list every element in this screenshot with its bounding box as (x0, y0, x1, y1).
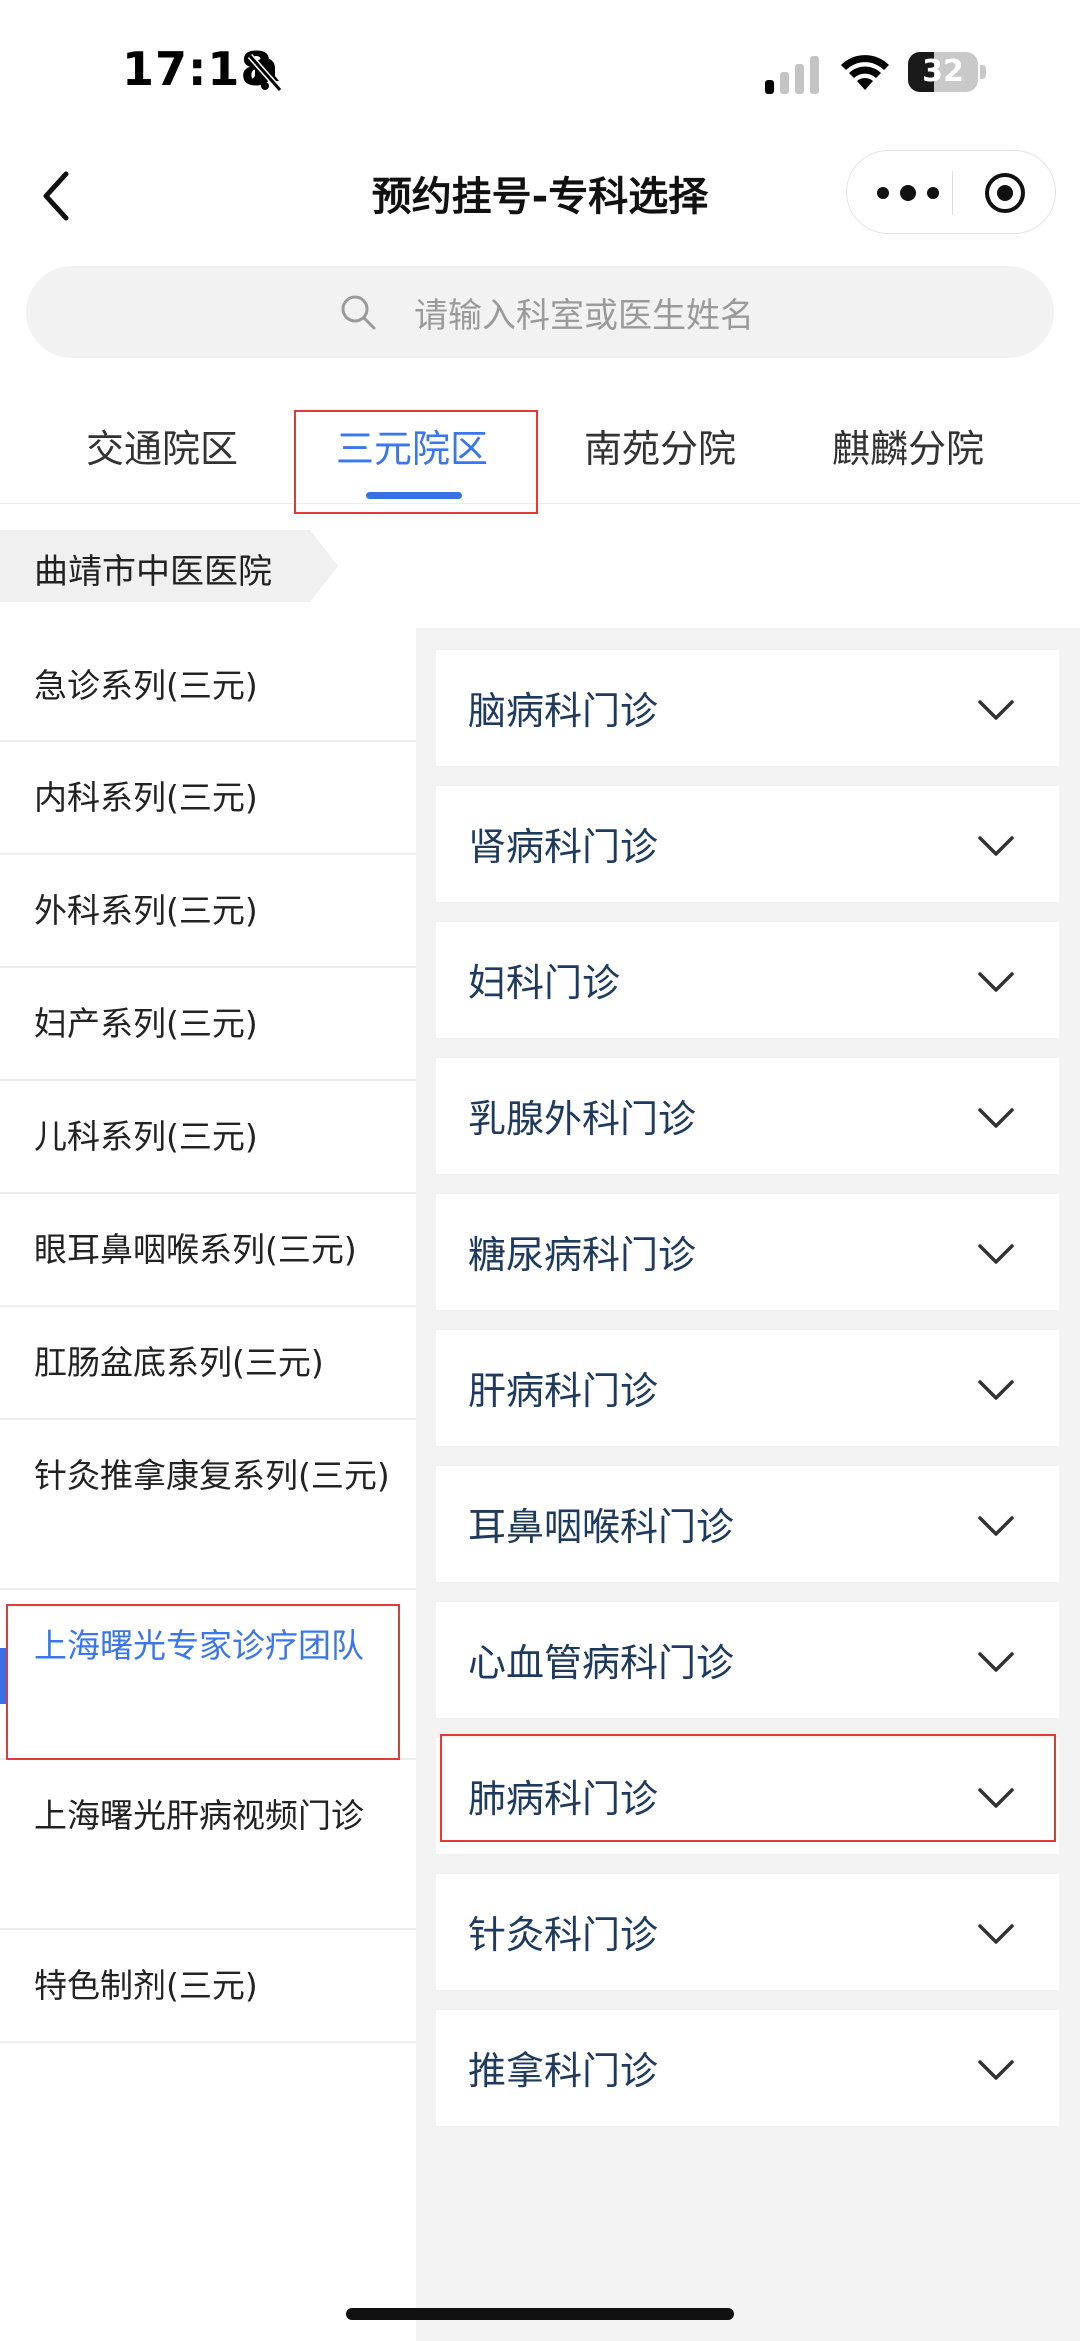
department-item[interactable]: 脑病科门诊 (436, 650, 1059, 766)
department-label: 糖尿病科门诊 (468, 1233, 697, 1277)
category-label: 儿科系列(三元) (34, 1117, 258, 1156)
department-label: 针灸科门诊 (468, 1913, 659, 1957)
chevron-down-icon (978, 1652, 1014, 1672)
campus-tabs: 交通院区 三元院区 南苑分院 麒麟分院 (0, 400, 1080, 514)
department-label: 乳腺外科门诊 (468, 1097, 697, 1141)
tab-nanyuan[interactable]: 南苑分院 (584, 418, 736, 473)
category-item[interactable]: 针灸推拿康复系列(三元) (0, 1420, 416, 1590)
category-label: 急诊系列(三元) (34, 666, 258, 705)
category-label: 针灸推拿康复系列(三元) (34, 1456, 390, 1495)
department-label: 推拿科门诊 (468, 2049, 659, 2093)
department-item[interactable]: 妇科门诊 (436, 922, 1059, 1038)
chevron-down-icon (978, 972, 1014, 992)
category-item[interactable]: 肛肠盆底系列(三元) (0, 1307, 416, 1420)
wifi-icon (841, 55, 889, 90)
search-bar[interactable]: 请输入科室或医生姓名 (26, 266, 1054, 358)
category-list: 急诊系列(三元) 内科系列(三元) 外科系列(三元) 妇产系列(三元) 儿科系列… (0, 628, 416, 2341)
breadcrumb-label: 曲靖市中医医院 (34, 552, 272, 592)
chevron-down-icon (978, 1244, 1014, 1264)
department-highlight-box (440, 1734, 1056, 1842)
battery-icon: 32 (908, 52, 986, 92)
signal-icon (765, 56, 819, 94)
close-target-icon[interactable] (983, 171, 1027, 215)
bell-muted-icon (247, 54, 283, 92)
category-item[interactable]: 眼耳鼻咽喉系列(三元) (0, 1194, 416, 1307)
breadcrumb: 曲靖市中医医院 (0, 530, 340, 602)
department-label: 肾病科门诊 (468, 825, 659, 869)
status-bar: 17:18 32 (0, 0, 1080, 140)
search-placeholder: 请输入科室或医生姓名 (414, 296, 754, 336)
category-label: 妇产系列(三元) (34, 1004, 258, 1043)
department-label: 耳鼻咽喉科门诊 (468, 1505, 735, 1549)
miniprogram-capsule (846, 150, 1056, 234)
department-item[interactable]: 肾病科门诊 (436, 786, 1059, 902)
search-icon (341, 295, 376, 330)
home-indicator[interactable] (346, 2308, 734, 2320)
category-label: 肛肠盆底系列(三元) (34, 1343, 324, 1382)
battery-level: 32 (922, 54, 964, 89)
category-label: 外科系列(三元) (34, 891, 258, 930)
category-label: 特色制剂(三元) (34, 1966, 258, 2005)
department-item[interactable]: 推拿科门诊 (436, 2010, 1059, 2126)
chevron-down-icon (978, 1108, 1014, 1128)
department-label: 肝病科门诊 (468, 1369, 659, 1413)
category-label: 上海曙光肝病视频门诊 (34, 1796, 364, 1835)
department-label: 心血管病科门诊 (468, 1641, 735, 1685)
chevron-down-icon (978, 700, 1014, 720)
tab-highlight-box (294, 410, 538, 514)
category-item[interactable]: 上海曙光肝病视频门诊 (0, 1760, 416, 1930)
more-dots-icon[interactable] (873, 177, 943, 209)
department-item[interactable]: 心血管病科门诊 (436, 1602, 1059, 1718)
category-item[interactable]: 儿科系列(三元) (0, 1081, 416, 1194)
department-item[interactable]: 肝病科门诊 (436, 1330, 1059, 1446)
capsule-divider (952, 171, 953, 215)
chevron-down-icon (978, 1924, 1014, 1944)
department-item[interactable]: 乳腺外科门诊 (436, 1058, 1059, 1174)
department-item[interactable]: 针灸科门诊 (436, 1874, 1059, 1990)
category-item[interactable]: 外科系列(三元) (0, 855, 416, 968)
category-label: 内科系列(三元) (34, 778, 258, 817)
chevron-down-icon (978, 2060, 1014, 2080)
category-highlight-box (6, 1604, 400, 1760)
tab-qilin[interactable]: 麒麟分院 (832, 418, 984, 473)
category-label: 眼耳鼻咽喉系列(三元) (34, 1230, 357, 1269)
chevron-down-icon (978, 836, 1014, 856)
category-item[interactable]: 内科系列(三元) (0, 742, 416, 855)
chevron-down-icon (978, 1380, 1014, 1400)
department-item[interactable]: 糖尿病科门诊 (436, 1194, 1059, 1310)
category-item[interactable]: 特色制剂(三元) (0, 1930, 416, 2043)
nav-bar: 预约挂号-专科选择 (0, 140, 1080, 250)
department-label: 脑病科门诊 (468, 689, 659, 733)
department-label: 妇科门诊 (468, 961, 621, 1005)
category-item[interactable]: 妇产系列(三元) (0, 968, 416, 1081)
department-item[interactable]: 耳鼻咽喉科门诊 (436, 1466, 1059, 1582)
category-item[interactable]: 急诊系列(三元) (0, 628, 416, 742)
tab-jiaotong[interactable]: 交通院区 (86, 418, 238, 473)
chevron-down-icon (978, 1516, 1014, 1536)
